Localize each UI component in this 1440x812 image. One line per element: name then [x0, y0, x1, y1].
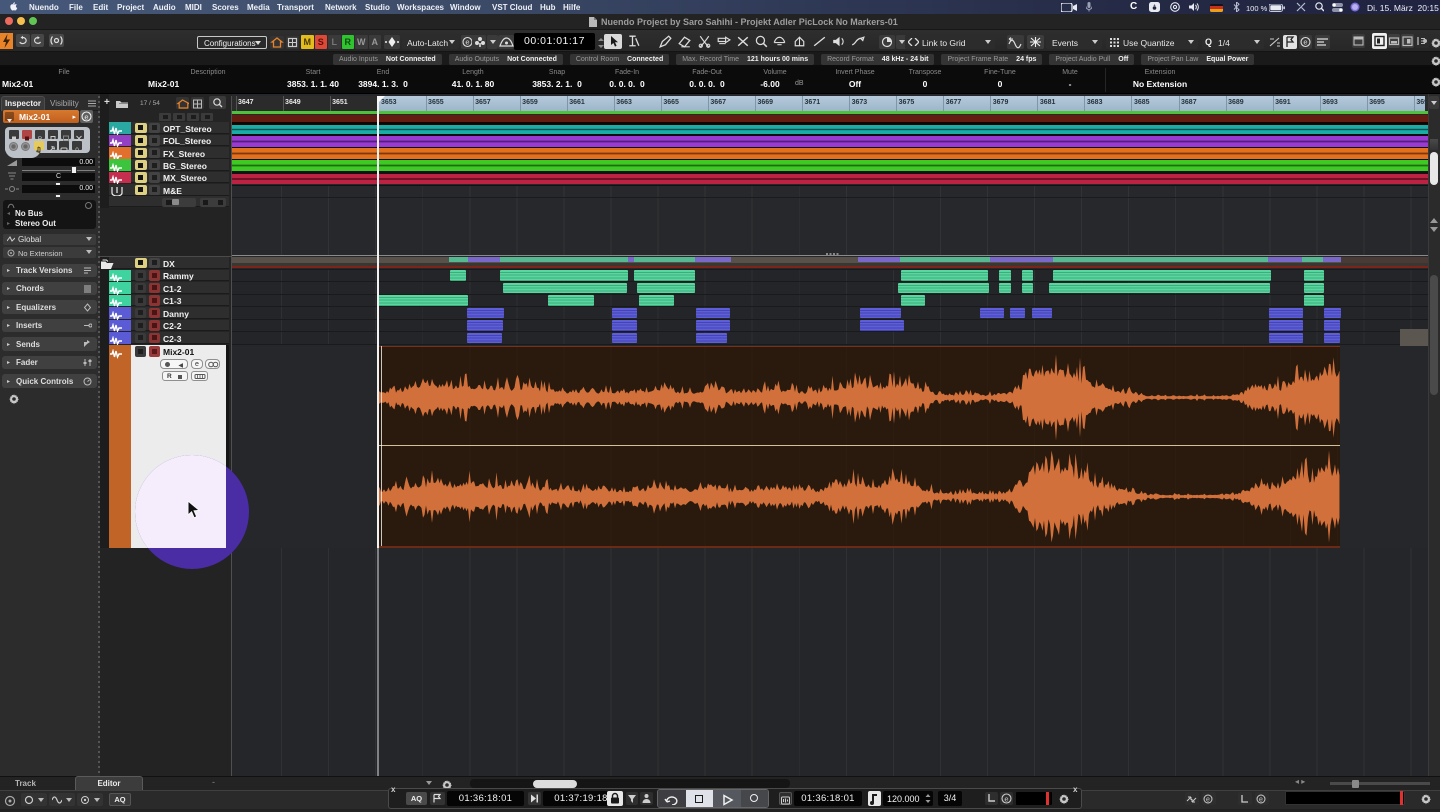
svg-text:e: e — [1259, 797, 1263, 804]
svg-text:e: e — [84, 112, 88, 121]
svg-text:0: 0 — [75, 147, 79, 154]
svg-text:e: e — [1303, 38, 1307, 47]
svg-text:e: e — [1004, 794, 1008, 803]
svg-text:e: e — [465, 38, 469, 47]
svg-text:e: e — [1206, 797, 1210, 804]
